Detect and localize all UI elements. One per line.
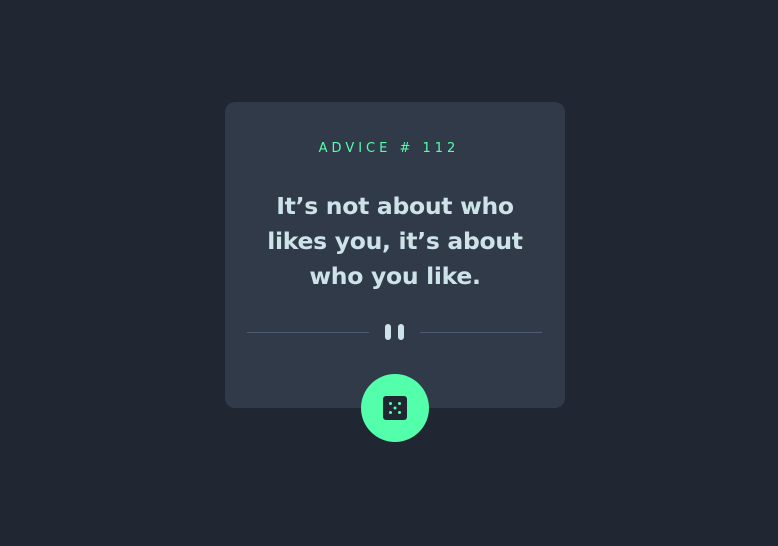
pause-bar-right	[398, 324, 404, 340]
advice-quote: It’s not about who likes you, it’s about…	[267, 192, 523, 290]
pattern-divider	[247, 324, 542, 340]
divider-line-left	[247, 332, 369, 333]
new-advice-button[interactable]	[361, 374, 429, 442]
divider-line-right	[420, 332, 542, 333]
advice-number-label: ADVICE # 112	[318, 141, 460, 156]
pause-bar-left	[385, 324, 391, 340]
dice-icon	[383, 396, 407, 420]
